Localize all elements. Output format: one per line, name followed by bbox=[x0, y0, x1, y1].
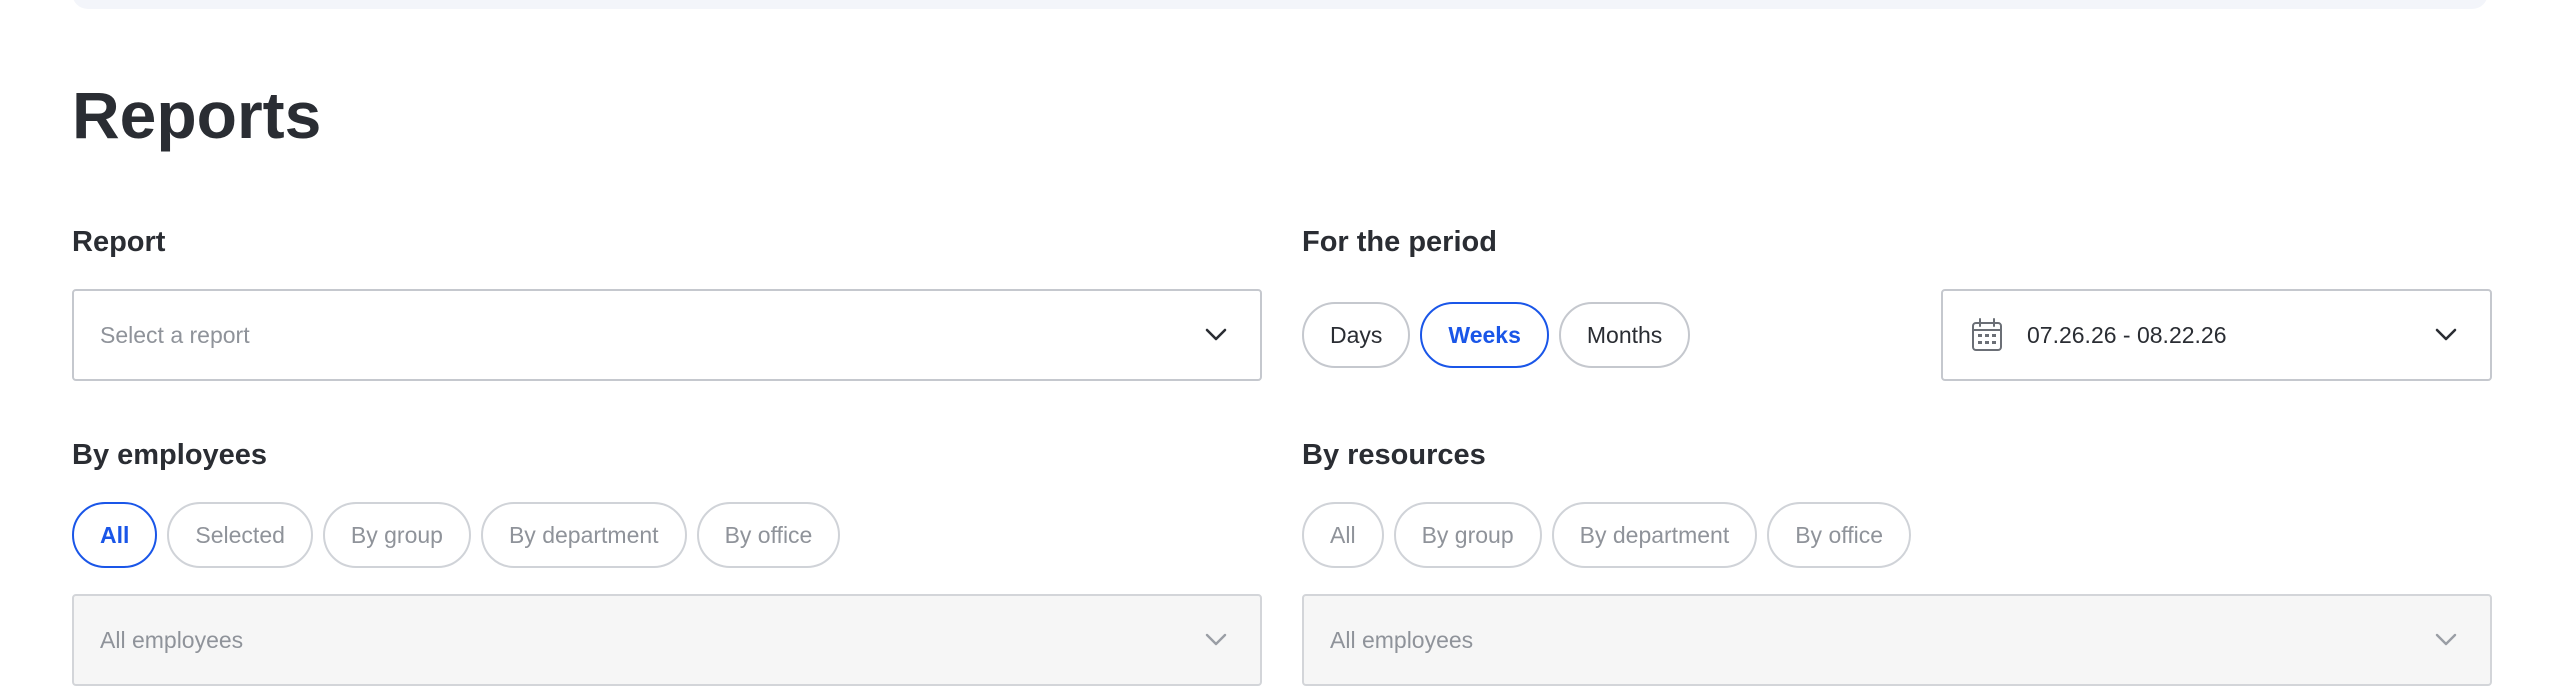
resources-select: All employees bbox=[1302, 594, 2492, 686]
resources-filter-by-department[interactable]: By department bbox=[1551, 502, 1758, 568]
report-select-placeholder: Select a report bbox=[100, 321, 250, 348]
period-toggle-group: Days Weeks Months bbox=[1302, 302, 1691, 368]
employees-filter-by-department[interactable]: By department bbox=[480, 502, 687, 568]
chevron-down-icon bbox=[1198, 317, 1234, 353]
resources-label: By resources bbox=[1302, 439, 1486, 471]
employees-select-value: All employees bbox=[100, 626, 244, 653]
resources-filter-by-group[interactable]: By group bbox=[1393, 502, 1542, 568]
resources-filter-all[interactable]: All bbox=[1302, 502, 1384, 568]
date-range-value: 07.26.26 - 08.22.26 bbox=[2027, 321, 2227, 348]
calendar-icon bbox=[1969, 317, 2005, 353]
resources-select-value: All employees bbox=[1330, 626, 1474, 653]
report-label: Report bbox=[72, 226, 166, 258]
page-title: Reports bbox=[72, 78, 322, 152]
report-select[interactable]: Select a report bbox=[72, 289, 1262, 381]
resources-filter-by-office[interactable]: By office bbox=[1767, 502, 1912, 568]
chevron-down-icon bbox=[2428, 622, 2464, 658]
period-months-button[interactable]: Months bbox=[1558, 302, 1691, 368]
period-label: For the period bbox=[1302, 226, 1497, 258]
resources-filter-group: All By group By department By office bbox=[1302, 502, 1912, 568]
employees-filter-selected[interactable]: Selected bbox=[167, 502, 313, 568]
employees-filter-by-group[interactable]: By group bbox=[322, 502, 471, 568]
period-weeks-button[interactable]: Weeks bbox=[1420, 302, 1549, 368]
chevron-down-icon bbox=[2428, 317, 2464, 353]
employees-filter-by-office[interactable]: By office bbox=[696, 502, 841, 568]
employees-label: By employees bbox=[72, 439, 268, 471]
employees-filter-group: All Selected By group By department By o… bbox=[72, 502, 841, 568]
employees-filter-all[interactable]: All bbox=[72, 502, 158, 568]
date-range-picker[interactable]: 07.26.26 - 08.22.26 bbox=[1941, 289, 2492, 381]
employees-select: All employees bbox=[72, 594, 1262, 686]
chevron-down-icon bbox=[1198, 622, 1234, 658]
top-banner-edge bbox=[72, 0, 2488, 9]
period-days-button[interactable]: Days bbox=[1302, 302, 1411, 368]
